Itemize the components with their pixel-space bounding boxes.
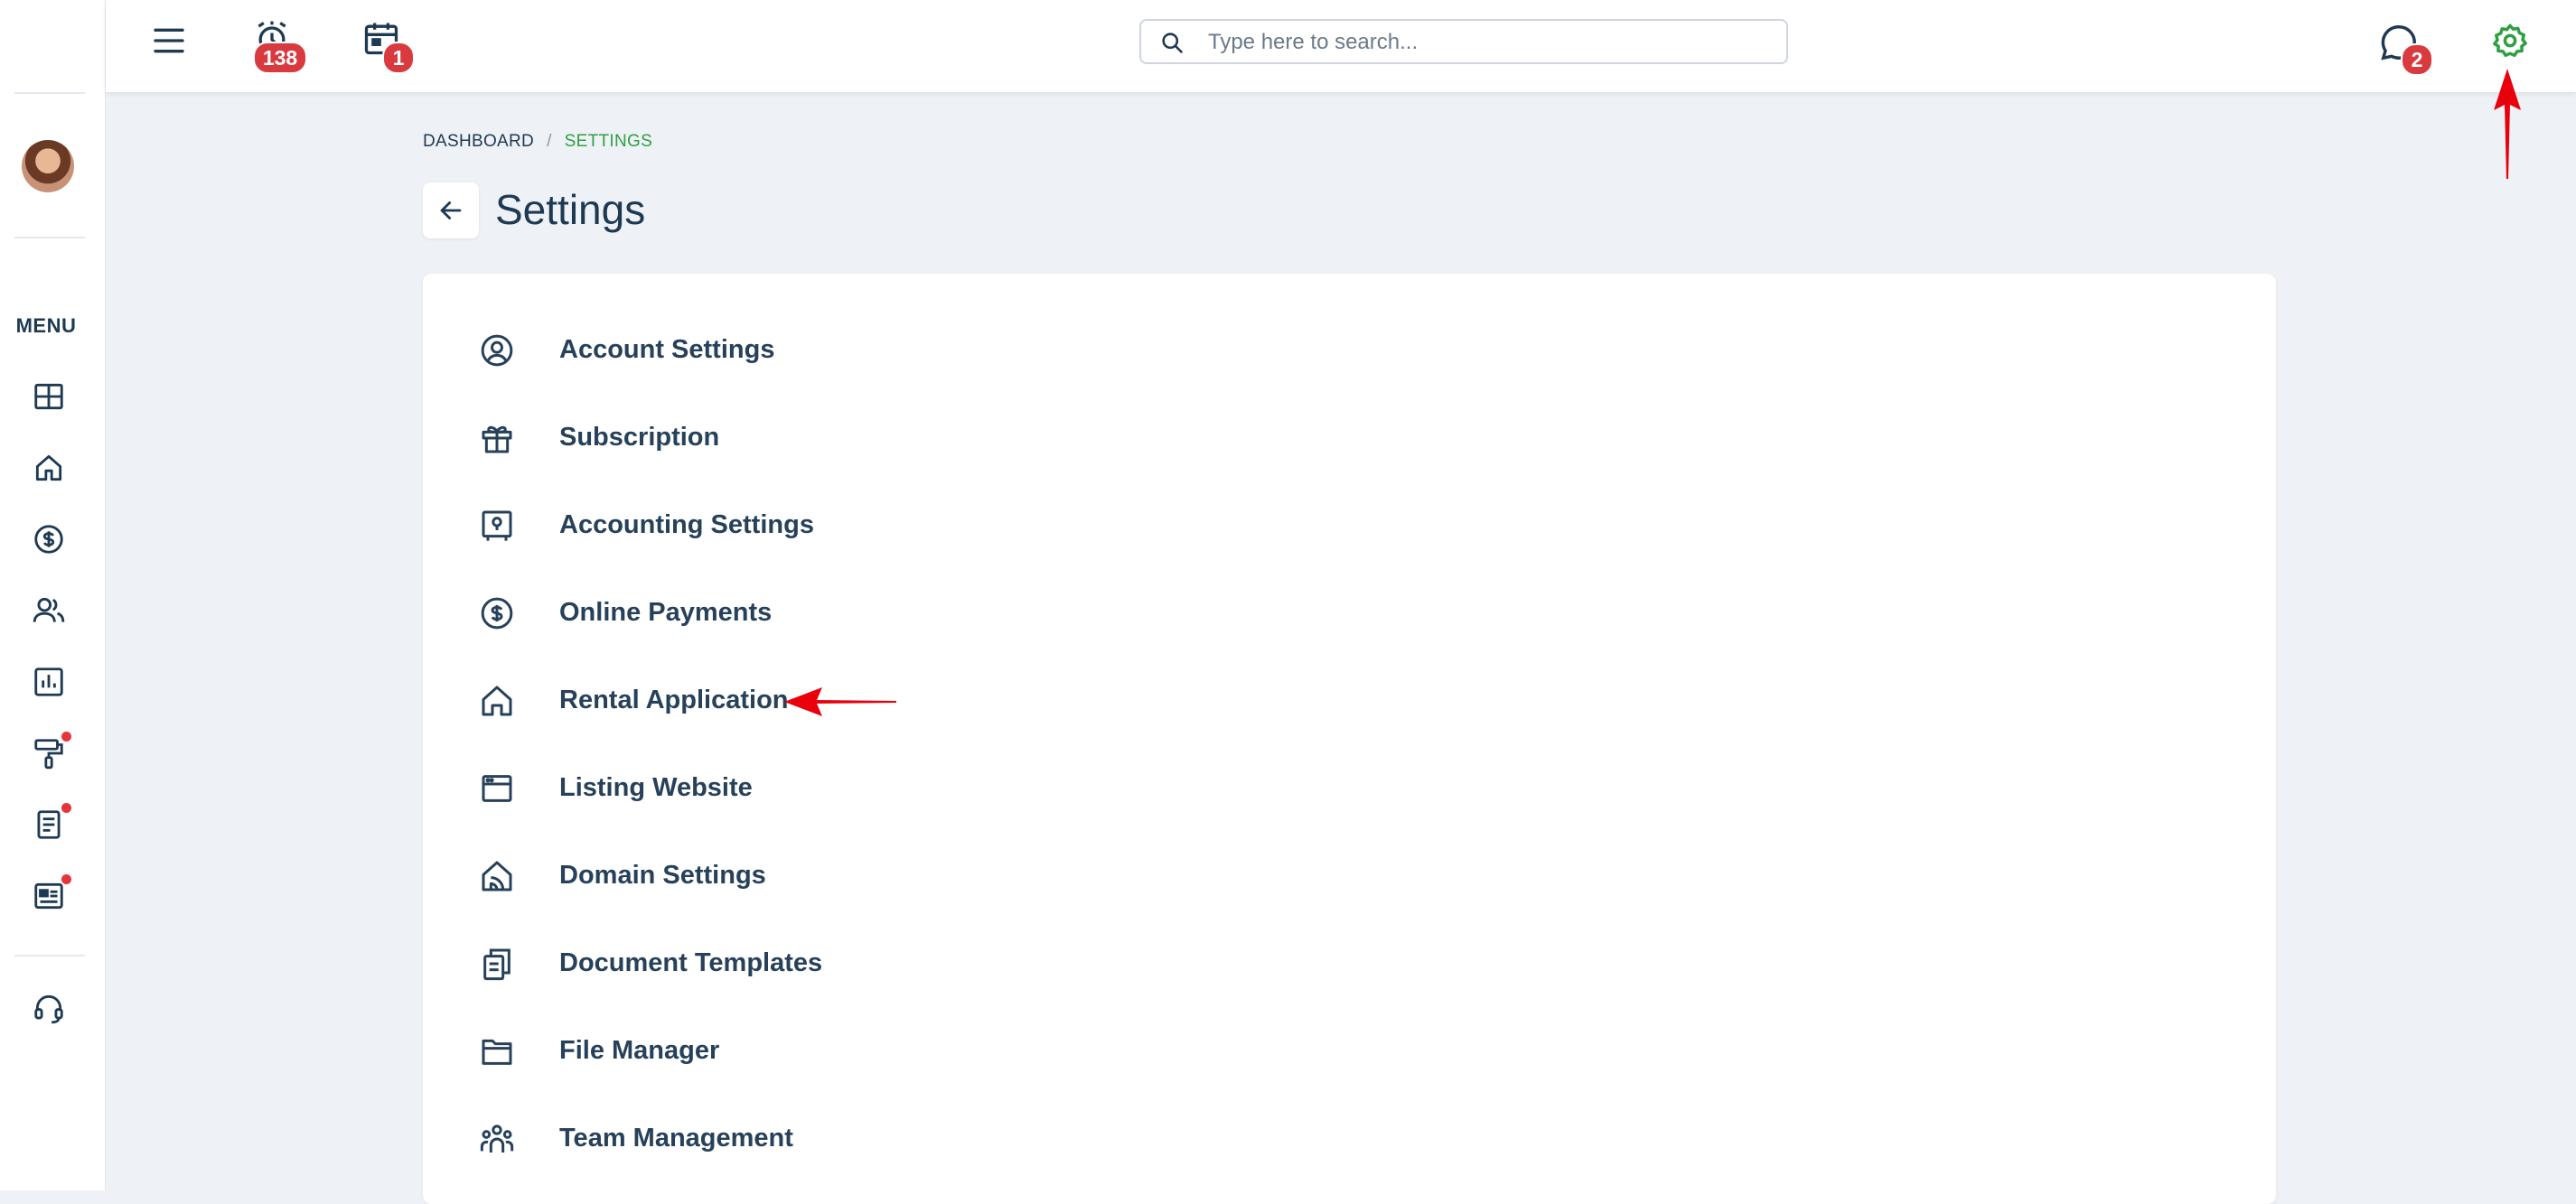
dashboard-icon[interactable] [32,379,66,414]
page-title: Settings [495,186,646,233]
home-icon [479,683,515,719]
arrow-left-icon [440,201,462,219]
headset-icon[interactable] [32,991,66,1025]
settings-item-label: Account Settings [559,335,775,364]
reports-icon[interactable] [32,665,66,699]
team-icon [479,1121,515,1157]
home-chart-icon [479,858,515,894]
dollar-circle-icon [479,595,515,631]
annotation-arrow-left [784,687,896,716]
settings-item-account[interactable]: Account Settings [479,319,1202,382]
back-button[interactable] [423,182,479,238]
annotation-arrow-up [2494,69,2521,179]
settings-item-listing-website[interactable]: Listing Website [479,757,1202,820]
news-icon[interactable] [32,879,66,913]
hamburger-icon[interactable] [151,23,187,59]
settings-item-label: Subscription [559,423,720,452]
breadcrumb-separator: / [547,132,552,151]
notification-dot [61,874,71,884]
settings-card: Account Settings Subscription Accounting… [423,274,2276,1204]
copy-icon [479,946,515,982]
sidebar: MENU [0,0,106,1190]
calendar-badge: 1 [382,42,415,74]
settings-item-label: Domain Settings [559,861,766,890]
breadcrumb: DASHBOARD / SETTINGS [423,132,652,152]
top-bar: 138 1 2 [106,0,2576,93]
settings-item-team-management[interactable]: Team Management [479,1107,1202,1171]
settings-item-label: File Manager [559,1036,720,1065]
search-box[interactable] [1139,19,1788,64]
settings-item-label: Rental Application [559,686,789,714]
settings-item-label: Document Templates [559,948,823,977]
breadcrumb-dashboard[interactable]: DASHBOARD [423,132,534,151]
sidebar-divider [14,92,85,94]
search-input[interactable] [1206,21,1770,64]
alarm-badge: 138 [253,42,307,74]
settings-item-label: Accounting Settings [559,510,814,539]
search-icon [1159,30,1185,55]
settings-item-subscription[interactable]: Subscription [479,406,1202,470]
settings-item-online-payments[interactable]: Online Payments [479,582,1202,645]
paint-roller-icon[interactable] [32,736,66,770]
settings-item-file-manager[interactable]: File Manager [479,1020,1202,1083]
safe-icon [479,508,515,544]
settings-item-domain[interactable]: Domain Settings [479,845,1202,908]
folder-icon [479,1033,515,1069]
settings-item-label: Online Payments [559,598,773,627]
dollar-icon[interactable] [32,522,66,556]
settings-item-document-templates[interactable]: Document Templates [479,932,1202,995]
user-circle-icon [479,332,515,369]
sidebar-divider [14,237,85,238]
settings-gear-icon[interactable] [2491,22,2529,60]
users-icon[interactable] [32,593,66,628]
document-icon[interactable] [32,807,66,842]
avatar[interactable] [22,140,74,192]
breadcrumb-settings: SETTINGS [564,132,653,151]
chat-badge: 2 [2401,43,2433,76]
settings-item-label: Team Management [559,1124,793,1153]
settings-item-accounting[interactable]: Accounting Settings [479,494,1202,557]
menu-label: MENU [15,314,77,337]
notification-dot [61,803,71,813]
browser-window-icon [479,770,515,807]
notification-dot [61,732,71,742]
gift-icon [479,420,515,456]
settings-item-label: Listing Website [559,773,753,802]
sidebar-divider [14,955,85,957]
home-icon[interactable] [32,451,66,485]
